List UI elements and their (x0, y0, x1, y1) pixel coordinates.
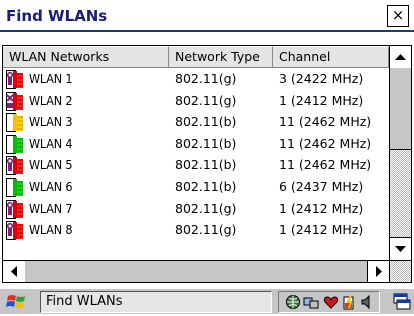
table-row[interactable]: WLAN 1 802.11(g) 3 (2422 MHz) (3, 68, 389, 90)
wlan-adhoc-red-signal-icon (5, 91, 25, 112)
table-row[interactable]: WLAN 3 802.11(b) 11 (2462 MHz) (3, 111, 389, 133)
wlan-yellow-signal-icon (5, 112, 25, 133)
taskbar: Find WLANs (0, 288, 414, 314)
close-button[interactable]: × (387, 5, 409, 27)
channel-cell: 3 (2422 MHz) (279, 71, 364, 86)
title-bar: Find WLANs × (0, 0, 414, 32)
scroll-up-button[interactable] (390, 46, 411, 69)
network-type-cell: 802.11(g) (175, 222, 237, 238)
wlan-name-cell: WLAN 6 (29, 179, 73, 194)
channel-cell: 1 (2412 MHz) (279, 200, 364, 216)
wlan-list: WLAN Networks Network Type Channel WLAN … (2, 45, 412, 283)
wlan-green-signal-icon (5, 134, 25, 155)
network-type-cell: 802.11(b) (175, 179, 237, 194)
wireless-heart-icon[interactable] (323, 294, 339, 310)
table-row[interactable]: WLAN 5 802.11(b) 11 (2462 MHz) (3, 154, 389, 176)
network-globe-icon[interactable] (285, 294, 301, 310)
channel-cell: 1 (2412 MHz) (279, 222, 364, 238)
table-row[interactable]: WLAN 7 802.11(g) 1 (2412 MHz) (3, 198, 389, 220)
network-type-cell: 802.11(b) (175, 135, 237, 151)
network-type-cell: 802.11(g) (175, 92, 237, 108)
wlan-name-cell: WLAN 5 (29, 157, 73, 173)
channel-cell: 1 (2412 MHz) (279, 92, 364, 108)
scrollbar-corner (389, 260, 411, 282)
wlan-name-cell: WLAN 4 (29, 135, 73, 151)
table-row[interactable]: WLAN 2 802.11(g) 1 (2412 MHz) (3, 90, 389, 112)
network-type-cell: 802.11(g) (175, 71, 237, 86)
network-type-cell: 802.11(b) (175, 157, 237, 173)
column-header-wlan-networks[interactable]: WLAN Networks (3, 46, 169, 68)
start-button[interactable] (2, 291, 36, 313)
scroll-left-button[interactable] (3, 261, 26, 282)
scroll-thumb[interactable] (390, 68, 411, 150)
wlan-secured-green-signal-icon (5, 155, 25, 176)
connection-status-icon[interactable] (303, 294, 319, 310)
channel-cell: 11 (2462 MHz) (279, 135, 372, 151)
vertical-scrollbar[interactable] (389, 46, 411, 260)
desktop-windows-icon (393, 293, 411, 310)
column-header-row: WLAN Networks Network Type Channel (3, 46, 389, 68)
network-type-cell: 802.11(g) (175, 200, 237, 216)
scroll-down-button[interactable] (390, 237, 411, 260)
wlan-secured-green-signal-icon (5, 220, 25, 241)
scroll-right-button[interactable] (367, 261, 390, 282)
windows-flag-icon (6, 295, 25, 308)
scroll-track[interactable] (390, 150, 411, 237)
task-button-find-wlans[interactable]: Find WLANs (40, 291, 272, 313)
wlan-green-signal-icon (5, 177, 25, 198)
system-tray (278, 291, 380, 313)
window-title: Find WLANs (6, 7, 108, 25)
column-header-channel[interactable]: Channel (273, 46, 389, 68)
wlan-name-cell: WLAN 1 (29, 71, 73, 86)
network-type-cell: 802.11(b) (175, 114, 237, 130)
horizontal-scroll-thumb[interactable] (25, 261, 367, 282)
wlan-name-cell: WLAN 2 (29, 92, 73, 108)
channel-cell: 11 (2462 MHz) (279, 114, 372, 130)
table-row[interactable]: WLAN 4 802.11(b) 11 (2462 MHz) (3, 133, 389, 155)
column-header-network-type[interactable]: Network Type (169, 46, 273, 68)
wlan-name-cell: WLAN 8 (29, 222, 73, 238)
table-row[interactable]: WLAN 8 802.11(g) 1 (2412 MHz) (3, 219, 389, 241)
wlan-secured-green-signal-icon (5, 199, 25, 220)
channel-cell: 11 (2462 MHz) (279, 157, 372, 173)
show-desktop-button[interactable] (390, 291, 412, 313)
channel-cell: 6 (2437 MHz) (279, 179, 364, 194)
wlan-name-cell: WLAN 7 (29, 200, 73, 216)
table-row[interactable]: WLAN 6 802.11(b) 6 (2437 MHz) (3, 176, 389, 198)
wlan-secured-red-signal-icon (5, 69, 25, 90)
battery-charging-icon[interactable] (341, 294, 357, 310)
volume-icon[interactable] (359, 294, 375, 310)
wlan-name-cell: WLAN 3 (29, 114, 73, 130)
horizontal-scrollbar[interactable] (3, 260, 390, 282)
